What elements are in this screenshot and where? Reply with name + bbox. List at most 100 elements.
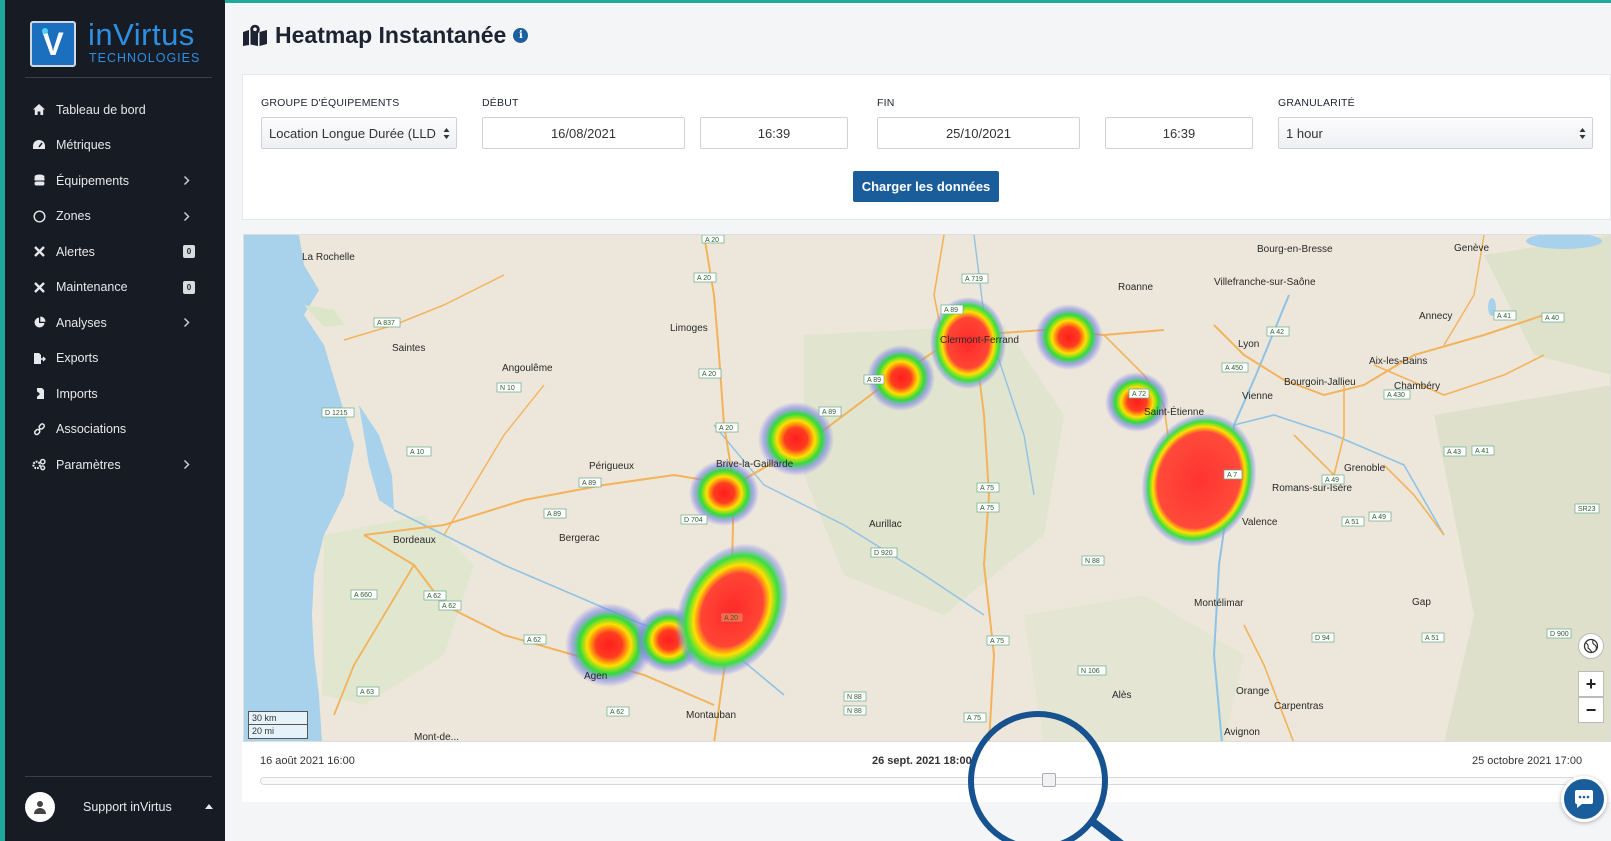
end-time-input[interactable]: 16:39 — [1105, 117, 1253, 149]
svg-text:A 41: A 41 — [1497, 313, 1511, 320]
user-menu[interactable]: Support inVirtus — [25, 790, 215, 824]
database-icon — [32, 174, 46, 188]
svg-text:A 75: A 75 — [967, 715, 981, 722]
equipment-group-select[interactable]: Location Longue Durée (LLD — [261, 117, 457, 149]
chevron-right-icon — [183, 211, 190, 221]
equipment-group-value: Location Longue Durée (LLD — [269, 125, 436, 141]
svg-text:Aurillac: Aurillac — [869, 519, 902, 530]
brand-name: inVirtus — [88, 17, 195, 52]
sidebar-item-label: Maintenance — [56, 280, 128, 295]
scale-km: 30 km — [248, 711, 308, 725]
sidebar: V inVirtus TECHNOLOGIES Tableau de bord … — [0, 0, 225, 841]
svg-text:Mont-de...: Mont-de... — [414, 732, 459, 742]
timeline-track[interactable] — [260, 777, 1575, 785]
svg-text:A 51: A 51 — [1345, 519, 1359, 526]
svg-text:A 42: A 42 — [1270, 329, 1284, 336]
equipment-group-label: GROUPE D'ÉQUIPEMENTS — [261, 97, 400, 109]
sidebar-item-label: Associations — [56, 422, 127, 437]
file-export-icon — [32, 351, 46, 365]
svg-text:N 88: N 88 — [847, 708, 862, 715]
timeline-current: 26 sept. 2021 18:00 — [872, 755, 972, 767]
sidebar-item-alerts[interactable]: Alertes 0 — [5, 234, 225, 270]
sidebar-item-exports[interactable]: Exports — [5, 341, 225, 377]
timeline-handle[interactable] — [1042, 773, 1056, 787]
svg-text:Bourgoin-Jallieu: Bourgoin-Jallieu — [1284, 377, 1356, 388]
svg-text:Valence: Valence — [1242, 517, 1278, 528]
svg-text:A 20: A 20 — [702, 371, 716, 378]
heat-spot-saint-etienne-north — [1105, 372, 1169, 432]
svg-text:Gap: Gap — [1412, 597, 1431, 608]
sidebar-divider — [25, 776, 212, 777]
sidebar-item-dashboard[interactable]: Tableau de bord — [5, 92, 225, 128]
brand-logo[interactable]: V inVirtus TECHNOLOGIES — [30, 18, 205, 70]
heatmap-map[interactable]: La Rochelle Saintes Angoulême Limoges Pé… — [243, 234, 1611, 742]
wrench-icon — [32, 280, 46, 294]
user-avatar-icon — [25, 792, 55, 822]
sidebar-item-maintenance[interactable]: Maintenance 0 — [5, 270, 225, 306]
layer-globe-button[interactable] — [1578, 633, 1604, 659]
top-accent-bar — [225, 0, 1611, 3]
svg-text:Montauban: Montauban — [686, 710, 736, 721]
svg-text:A 72: A 72 — [1132, 391, 1146, 398]
maintenance-count-badge: 0 — [183, 280, 195, 294]
sidebar-menu: Tableau de bord Métriques Équipements Zo… — [5, 92, 225, 483]
map-scale: 30 km 20 mi — [248, 711, 308, 739]
svg-text:Lyon: Lyon — [1238, 339, 1259, 350]
sidebar-item-label: Zones — [56, 209, 91, 224]
chat-button[interactable] — [1561, 776, 1607, 822]
sidebar-item-zones[interactable]: Zones — [5, 199, 225, 235]
svg-text:Saintes: Saintes — [392, 343, 425, 354]
circle-icon — [32, 209, 46, 223]
svg-text:Clermont-Ferrand: Clermont-Ferrand — [940, 335, 1019, 346]
svg-text:La Rochelle: La Rochelle — [302, 252, 355, 263]
svg-text:A 10: A 10 — [410, 449, 424, 456]
sidebar-item-settings[interactable]: Paramètres — [5, 447, 225, 483]
link-icon — [32, 422, 46, 436]
timeline-end: 25 octobre 2021 17:00 — [1472, 755, 1583, 767]
svg-text:Limoges: Limoges — [670, 323, 708, 334]
svg-text:Avignon: Avignon — [1224, 727, 1260, 738]
heat-spot-roanne — [1035, 304, 1103, 370]
svg-text:Roanne: Roanne — [1118, 282, 1153, 293]
granularity-select[interactable]: 1 hour — [1278, 117, 1593, 149]
svg-text:A 40: A 40 — [1545, 315, 1559, 322]
chevron-right-icon — [183, 317, 190, 328]
zoom-out-button[interactable]: − — [1578, 697, 1604, 723]
caret-up-icon — [205, 804, 213, 809]
start-time-input[interactable]: 16:39 — [700, 117, 848, 149]
sidebar-item-label: Alertes — [56, 244, 95, 259]
svg-text:Carpentras: Carpentras — [1274, 701, 1323, 712]
zoom-in-button[interactable]: + — [1578, 671, 1604, 697]
svg-text:A 89: A 89 — [944, 307, 958, 314]
svg-text:A 660: A 660 — [354, 592, 372, 599]
sidebar-item-analyses[interactable]: Analyses — [5, 305, 225, 341]
start-date-input[interactable]: 16/08/2021 — [482, 117, 685, 149]
sidebar-item-label: Métriques — [56, 138, 111, 153]
svg-text:Périgueux: Périgueux — [589, 461, 634, 472]
end-date-input[interactable]: 25/10/2021 — [877, 117, 1080, 149]
sidebar-item-associations[interactable]: Associations — [5, 412, 225, 448]
info-icon[interactable]: i — [513, 27, 529, 43]
svg-text:A 75: A 75 — [980, 485, 994, 492]
user-name: Support inVirtus — [83, 800, 172, 814]
tools-icon — [32, 245, 46, 259]
svg-text:SR23: SR23 — [1578, 506, 1596, 513]
load-data-button[interactable]: Charger les données — [853, 171, 999, 202]
svg-text:A 89: A 89 — [547, 511, 561, 518]
svg-text:A 62: A 62 — [442, 603, 456, 610]
pie-chart-icon — [32, 316, 46, 330]
svg-text:Bordeaux: Bordeaux — [393, 535, 436, 546]
filters-panel: GROUPE D'ÉQUIPEMENTS Location Longue Dur… — [242, 74, 1611, 220]
start-label: DÉBUT — [482, 97, 519, 109]
sidebar-item-equipments[interactable]: Équipements — [5, 163, 225, 199]
sidebar-item-label: Paramètres — [56, 457, 121, 472]
select-arrows-icon — [443, 128, 450, 139]
sidebar-item-metrics[interactable]: Métriques — [5, 128, 225, 164]
sidebar-divider — [25, 77, 212, 78]
sidebar-item-imports[interactable]: Imports — [5, 376, 225, 412]
alerts-count-badge: 0 — [183, 245, 195, 258]
svg-text:A 75: A 75 — [980, 505, 994, 512]
gauge-icon — [32, 138, 46, 152]
brand-subtitle: TECHNOLOGIES — [89, 51, 201, 65]
sidebar-item-label: Exports — [56, 351, 99, 366]
